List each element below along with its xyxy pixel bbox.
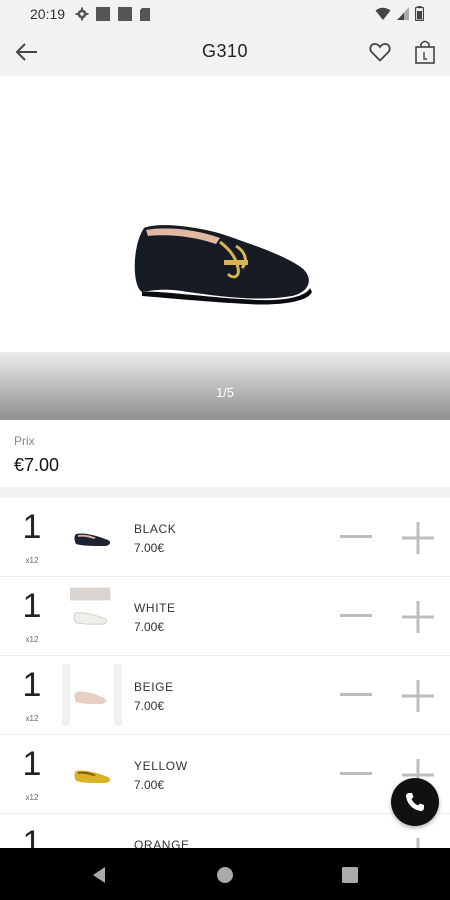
pack-multiplier: x12 — [25, 793, 39, 802]
increment-button[interactable] — [402, 522, 434, 554]
signal-icon — [397, 7, 409, 20]
increment-button[interactable] — [402, 680, 434, 712]
nav-recents-icon[interactable] — [339, 864, 361, 886]
variant-row-beige: 1 x12 BEIGE 7.00€ — [0, 656, 450, 735]
variant-thumbnail — [62, 664, 122, 726]
nav-back-icon[interactable] — [88, 864, 110, 886]
heart-icon[interactable] — [368, 40, 392, 64]
variant-thumbnail — [68, 743, 116, 805]
pack-multiplier: x12 — [25, 714, 39, 723]
call-button[interactable] — [391, 778, 439, 826]
variant-color-name: BLACK — [134, 522, 177, 536]
pack-multiplier: x12 — [25, 556, 39, 565]
notification-square-icon — [96, 7, 111, 21]
variant-row-black: 1 x12 BLACK 7.00€ — [0, 498, 450, 577]
increment-button[interactable] — [402, 601, 434, 633]
decrement-button[interactable] — [340, 603, 372, 627]
decrement-button[interactable] — [340, 761, 372, 785]
variant-color-name: WHITE — [134, 601, 176, 615]
quantity-value: 1 — [22, 587, 42, 625]
variant-color-name: BEIGE — [134, 680, 174, 694]
variant-price: 7.00€ — [134, 620, 165, 634]
nav-home-icon[interactable] — [214, 864, 236, 886]
product-image-gallery[interactable]: 1/5 — [0, 76, 450, 420]
variant-price: 7.00€ — [134, 541, 165, 555]
shopping-bag-icon[interactable] — [414, 39, 436, 65]
phone-icon — [406, 793, 424, 811]
price-label: Prix — [14, 434, 35, 448]
quantity-value: 1 — [22, 666, 42, 704]
price-section: Prix €7.00 — [0, 420, 450, 487]
product-image — [134, 225, 312, 305]
variant-row-yellow: 1 x12 YELLOW 7.00€ — [0, 735, 450, 814]
variant-list[interactable]: 1 x12 BLACK 7.00€ 1 x12 WHITE 7.00€ 1 x1… — [0, 498, 450, 858]
sd-card-icon — [140, 7, 151, 21]
battery-icon — [415, 6, 424, 21]
notification-square-icon — [118, 7, 133, 21]
app-bar: G310 — [0, 28, 450, 76]
price-value: €7.00 — [14, 455, 60, 475]
decrement-button[interactable] — [340, 682, 372, 706]
variant-row-white: 1 x12 WHITE 7.00€ — [0, 577, 450, 656]
quantity-value: 1 — [22, 508, 42, 546]
quantity-value: 1 — [22, 745, 42, 783]
variant-price: 7.00€ — [134, 778, 165, 792]
gallery-page-indicator: 1/5 — [215, 385, 235, 400]
variant-thumbnail — [70, 585, 114, 647]
variant-price: 7.00€ — [134, 699, 165, 713]
variant-color-name: YELLOW — [134, 759, 188, 773]
status-system-icons — [375, 6, 424, 21]
system-navigation-bar — [0, 848, 450, 900]
variant-thumbnail — [68, 506, 116, 568]
status-time: 20:19 — [30, 6, 66, 22]
status-bar: 20:19 — [0, 0, 450, 28]
decrement-button[interactable] — [340, 524, 372, 548]
wifi-icon — [375, 7, 391, 20]
pack-multiplier: x12 — [25, 635, 39, 644]
status-notification-icons — [75, 6, 151, 22]
settings-icon — [75, 7, 89, 21]
